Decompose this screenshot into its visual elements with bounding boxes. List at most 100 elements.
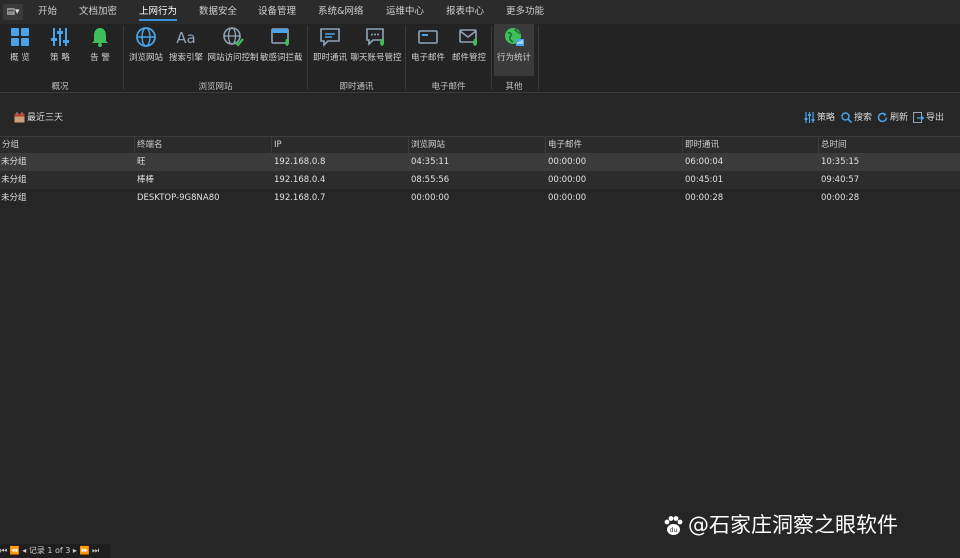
tab-document-encryption[interactable]: 文档加密 <box>79 0 117 24</box>
policy-label: 策 略 <box>50 53 70 63</box>
cell-email: 00:00:00 <box>548 157 587 167</box>
group-label-email: 电子邮件 <box>431 82 466 92</box>
search-button[interactable]: 搜索 <box>841 111 872 125</box>
refresh-button[interactable]: 刷新 <box>877 111 908 125</box>
tab-report-center[interactable]: 报表中心 <box>446 0 484 24</box>
browse-websites-label: 浏览网站 <box>128 53 163 63</box>
column-header-email[interactable]: 电子邮件 <box>545 137 682 154</box>
instant-messaging-label: 即时通讯 <box>312 53 347 63</box>
cell-im: 06:00:04 <box>685 157 724 167</box>
alarm-button[interactable]: 告 警 <box>84 24 116 76</box>
group-label-other: 其他 <box>505 82 523 92</box>
cell-ip: 192.168.0.7 <box>274 193 326 203</box>
record-navigator: ⏮ ⏪ ◂ 记录 1 of 3 ▸ ⏩ ⏭ <box>0 544 110 558</box>
sensitive-word-block-button[interactable]: 敏感词拦截 <box>260 24 303 76</box>
cell-email: 00:00:00 <box>548 193 587 203</box>
email-control-icon <box>459 29 477 46</box>
alarm-bell-icon <box>92 28 108 47</box>
watermark: du @石家庄洞察之眼软件 <box>662 510 898 540</box>
tab-data-security[interactable]: 数据安全 <box>199 0 237 24</box>
cell-terminal: 旺 <box>137 157 146 167</box>
policy-tool-button[interactable]: 策略 <box>804 111 835 125</box>
email-control-label: 邮件管控 <box>451 53 486 63</box>
column-header-im[interactable]: 即时通讯 <box>682 137 818 154</box>
sliders-icon <box>804 112 815 123</box>
paw-logo-icon: du <box>664 516 683 535</box>
group-divider <box>538 26 539 90</box>
overview-button[interactable]: 概 览 <box>4 24 36 76</box>
refresh-icon <box>877 112 888 123</box>
calendar-icon <box>14 112 25 123</box>
behavior-stats-button[interactable]: 行为统计 <box>494 24 534 76</box>
first-record-icon[interactable]: ⏮ <box>0 546 7 555</box>
cell-terminal: 棒棒 <box>137 175 155 185</box>
cell-total: 00:00:28 <box>821 193 860 203</box>
cell-im: 00:45:01 <box>685 175 724 185</box>
email-icon <box>418 30 438 44</box>
tab-device-management[interactable]: 设备管理 <box>258 0 296 24</box>
prev-record-icon[interactable]: ◂ <box>22 546 26 555</box>
group-divider <box>123 26 124 90</box>
next-page-icon[interactable]: ⏩ <box>79 546 89 555</box>
cell-group: 未分组 <box>1 157 27 167</box>
overview-label: 概 览 <box>10 53 30 63</box>
cell-im: 00:00:28 <box>685 193 724 203</box>
group-divider <box>307 26 308 90</box>
chat-bubble-icon <box>320 28 340 47</box>
export-icon <box>913 112 925 123</box>
website-access-control-button[interactable]: 网站访问控制 <box>207 24 259 76</box>
tab-ops-center[interactable]: 运维中心 <box>386 0 424 24</box>
behavior-stats-globe-icon <box>505 28 524 46</box>
group-label-im: 即时通讯 <box>339 82 374 92</box>
column-header-group[interactable]: 分组 <box>0 137 135 154</box>
browse-websites-button[interactable]: 浏览网站 <box>127 24 165 76</box>
tab-system-network[interactable]: 系统&网络 <box>318 0 363 24</box>
column-header-total[interactable]: 总时间 <box>818 137 960 154</box>
chat-account-control-label: 聊天账号管控 <box>350 53 402 63</box>
chat-account-control-button[interactable]: 聊天账号管控 <box>350 24 402 76</box>
sensitive-word-block-label: 敏感词拦截 <box>260 53 303 63</box>
table-row[interactable]: 未分组 棒棒 192.168.0.4 08:55:56 00:00:00 00:… <box>0 171 960 189</box>
prev-page-icon[interactable]: ⏪ <box>10 546 20 555</box>
alarm-label: 告 警 <box>90 53 110 63</box>
column-header-browse[interactable]: 浏览网站 <box>408 137 545 154</box>
refresh-label: 刷新 <box>890 113 909 123</box>
overview-grid-icon <box>11 28 29 46</box>
cell-ip: 192.168.0.4 <box>274 175 326 185</box>
cell-terminal: DESKTOP-9G8NA80 <box>137 193 220 203</box>
instant-messaging-button[interactable]: 即时通讯 <box>311 24 349 76</box>
table-row[interactable]: 未分组 DESKTOP-9G8NA80 192.168.0.7 00:00:00… <box>0 189 960 207</box>
app-menu-button[interactable]: ▤▾ <box>3 4 23 20</box>
cell-group: 未分组 <box>1 193 27 203</box>
policy-sliders-icon <box>51 28 69 46</box>
ribbon: 概 览 策 略 告 警 概况 浏览网站 Aa 搜索引擎 网站访问控制 敏感词拦截… <box>0 24 960 93</box>
chat-account-control-icon <box>366 28 384 46</box>
grid-toolbar: 最近三天 策略 搜索 刷新 导出 <box>0 104 960 130</box>
email-button[interactable]: 电子邮件 <box>409 24 447 76</box>
search-engine-button[interactable]: Aa 搜索引擎 <box>167 24 205 76</box>
table-row[interactable]: 未分组 旺 192.168.0.8 04:35:11 00:00:00 06:0… <box>0 153 960 171</box>
cell-browse: 00:00:00 <box>411 193 450 203</box>
column-header-ip[interactable]: IP <box>271 137 408 154</box>
email-control-button[interactable]: 邮件管控 <box>450 24 488 76</box>
column-header-terminal[interactable]: 终端名 <box>134 137 271 154</box>
export-button[interactable]: 导出 <box>913 111 944 125</box>
cell-total: 09:40:57 <box>821 175 860 185</box>
cell-browse: 04:35:11 <box>411 157 450 167</box>
svg-text:Aa: Aa <box>176 29 195 47</box>
website-access-control-label: 网站访问控制 <box>207 53 259 63</box>
next-record-icon[interactable]: ▸ <box>73 546 77 555</box>
date-range-label: 最近三天 <box>27 113 64 123</box>
group-divider <box>405 26 406 90</box>
date-range-button[interactable]: 最近三天 <box>14 111 63 125</box>
sensitive-word-block-icon <box>271 28 289 46</box>
search-icon <box>841 112 853 124</box>
tab-more-features[interactable]: 更多功能 <box>506 0 544 24</box>
policy-button[interactable]: 策 略 <box>44 24 76 76</box>
search-label: 搜索 <box>854 113 873 123</box>
tab-internet-behavior[interactable]: 上网行为 <box>139 0 178 24</box>
last-record-icon[interactable]: ⏭ <box>92 546 99 555</box>
tab-start[interactable]: 开始 <box>38 0 57 24</box>
export-label: 导出 <box>926 113 945 123</box>
menu-bar: ▤▾ 开始 文档加密 上网行为 数据安全 设备管理 系统&网络 运维中心 报表中… <box>0 0 960 24</box>
